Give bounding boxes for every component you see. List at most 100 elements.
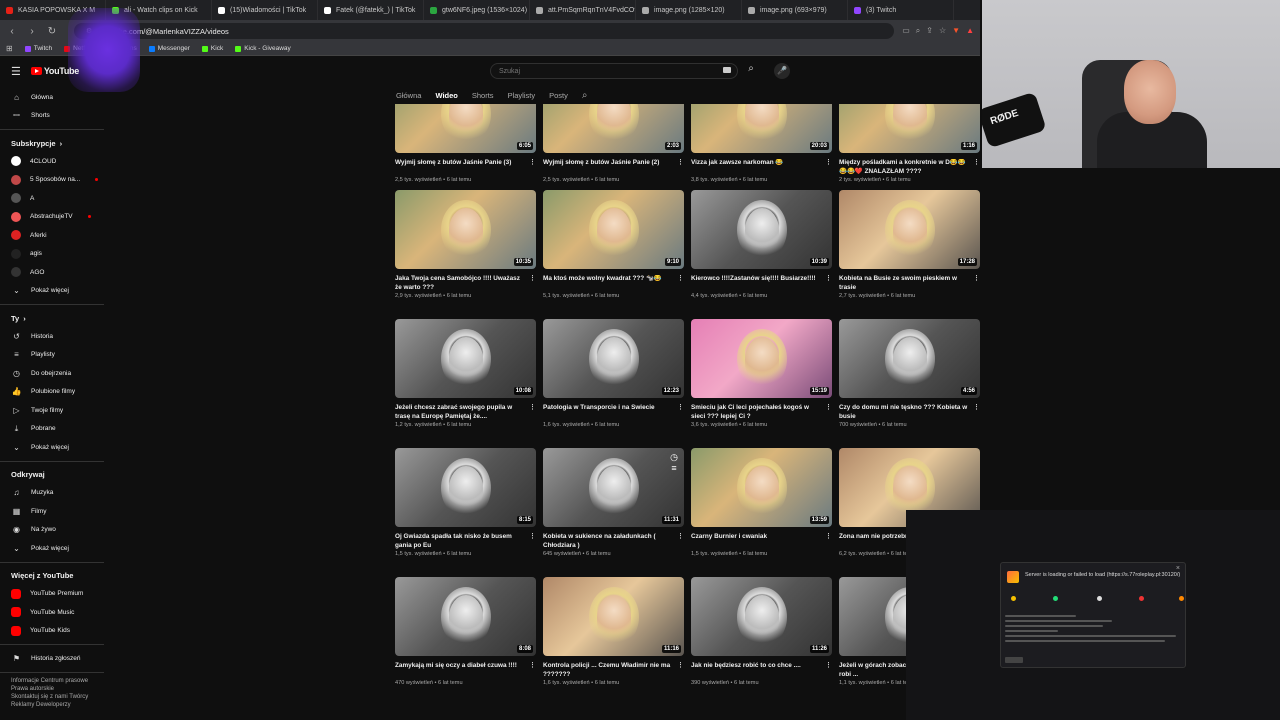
back-icon[interactable]: ‹ bbox=[6, 26, 18, 37]
video-thumbnail[interactable]: 10:08 bbox=[395, 319, 536, 398]
dialog-button[interactable] bbox=[1005, 657, 1023, 663]
star-icon[interactable]: ☆ bbox=[939, 26, 946, 36]
sidebar-item[interactable]: ↺ Historia bbox=[0, 327, 108, 346]
video-card[interactable]: 9:10 Ma ktoś może wolny kwadrat ??? 🐄😂 ⋮ 5,… bbox=[543, 190, 684, 299]
video-card[interactable]: 15:19 Śmieciu jak Ci leci pojechałeś kogo… bbox=[691, 319, 832, 428]
close-icon[interactable]: × bbox=[1176, 565, 1180, 572]
video-thumbnail[interactable]: 9:10 bbox=[543, 190, 684, 269]
sidebar-item-subscription[interactable]: 5 Sposobów na... bbox=[0, 171, 108, 190]
sidebar-item[interactable]: ⌂ Główna bbox=[0, 88, 108, 107]
footer-links[interactable]: Informacje Centrum prasowe bbox=[0, 677, 108, 685]
bookmark-item[interactable]: Messenger bbox=[148, 45, 190, 52]
video-thumbnail[interactable]: 8:15 bbox=[395, 448, 536, 527]
video-title[interactable]: Między pośladkami a konkretnie w D😂😂 😂😂❤… bbox=[839, 159, 980, 176]
video-thumbnail[interactable]: 13:59 bbox=[691, 448, 832, 527]
video-title[interactable]: Oj Gwiazda spadła tak nisko że busem gan… bbox=[395, 533, 536, 550]
brave-shield-icon[interactable]: ▼ bbox=[952, 26, 960, 36]
browser-tab[interactable]: Fatek (@fatekk_) | TikTok bbox=[318, 0, 424, 20]
more-options-icon[interactable]: ⋮ bbox=[529, 275, 536, 284]
forward-icon[interactable]: › bbox=[26, 26, 38, 37]
subscriptions-header[interactable]: Subskrypcje › bbox=[0, 134, 108, 152]
video-card[interactable]: 11:31 Kobieta w sukience na załadunkach (… bbox=[543, 448, 684, 557]
video-card[interactable]: 2:03 Wyjmij słomę z butów Jaśnie Panie (2… bbox=[543, 104, 684, 183]
sidebar-item[interactable]: YouTube Music bbox=[0, 603, 108, 622]
footer-links[interactable]: Skontaktuj się z nami Twórcy bbox=[0, 693, 108, 701]
video-thumbnail[interactable]: 20:03 bbox=[691, 104, 832, 153]
video-title[interactable]: Ma ktoś może wolny kwadrat ??? 🐄😂 ⋮ bbox=[543, 275, 684, 292]
video-title[interactable]: Kobieta w sukience na załadunkach ( Chło… bbox=[543, 533, 684, 550]
video-card[interactable]: 11:16 Kontrola policji ... Czemu Władimir… bbox=[543, 577, 684, 686]
sidebar-item-subscription[interactable]: agis bbox=[0, 245, 108, 264]
sidebar-item-subscription[interactable]: AbstrachujeTV bbox=[0, 208, 108, 227]
more-options-icon[interactable]: ⋮ bbox=[825, 275, 832, 284]
video-card[interactable]: 12:23 Patologia w Transporcie i na Świeci… bbox=[543, 319, 684, 428]
share-icon[interactable]: ⇪ bbox=[926, 26, 933, 36]
more-options-icon[interactable]: ⋮ bbox=[973, 275, 980, 284]
video-card[interactable]: 4:56 Czy do domu mi nie tęskno ??? Kobiet… bbox=[839, 319, 980, 428]
more-options-icon[interactable]: ⋮ bbox=[677, 533, 684, 542]
more-options-icon[interactable]: ⋮ bbox=[973, 404, 980, 413]
video-card[interactable]: 17:28 Kobieta na Busie ze swoim pieskiem … bbox=[839, 190, 980, 299]
video-thumbnail[interactable]: 10:39 bbox=[691, 190, 832, 269]
video-card[interactable]: 6:05 Wyjmij słomę z butów Jaśnie Panie (3… bbox=[395, 104, 536, 183]
video-title[interactable]: Śmieciu jak Ci leci pojechałeś kogoś w s… bbox=[691, 404, 832, 421]
sidebar-item[interactable]: YouTube Premium bbox=[0, 585, 108, 604]
sidebar-item[interactable]: ⤓ Pobrane bbox=[0, 420, 108, 439]
sidebar-item[interactable]: 👍 Polubione filmy bbox=[0, 383, 108, 402]
video-card[interactable]: 11:26 Jak nie będziesz robić to co chce .… bbox=[691, 577, 832, 686]
youtube-logo[interactable]: YouTube bbox=[30, 66, 79, 76]
zoom-icon[interactable]: ⌕ bbox=[916, 26, 920, 36]
more-options-icon[interactable]: ⋮ bbox=[825, 159, 832, 168]
tab-wideo[interactable]: Wideo bbox=[435, 91, 457, 100]
video-card[interactable]: 20:03 Vizza jak zawsze narkoman 😂 ⋮ 3,8 tys… bbox=[691, 104, 832, 183]
video-card[interactable]: 10:35 Jaka Twoja cena Samobójco !!!! Uważ… bbox=[395, 190, 536, 299]
video-card[interactable]: 10:08 Jeżeli chcesz zabrać swojego pupila… bbox=[395, 319, 536, 428]
show-more-subscriptions[interactable]: ⌄ Pokaż więcej bbox=[0, 282, 108, 301]
footer-links[interactable]: Prawa autorskie bbox=[0, 685, 108, 693]
video-title[interactable]: Wyjmij słomę z butów Jaśnie Panie (3) ⋮ bbox=[395, 159, 536, 176]
video-title[interactable]: Kobieta na Busie ze swoim pieskiem w tra… bbox=[839, 275, 980, 292]
more-options-icon[interactable]: ⋮ bbox=[529, 533, 536, 542]
video-card[interactable]: 8:15 Oj Gwiazda spadła tak nisko że busem… bbox=[395, 448, 536, 557]
video-title[interactable]: Kontrola policji ... Czemu Władimir nie … bbox=[543, 662, 684, 679]
sidebar-item[interactable]: ▦ Filmy bbox=[0, 502, 108, 521]
sidebar-item[interactable]: ◉ Na żywo bbox=[0, 521, 108, 540]
tab-posty[interactable]: Posty bbox=[549, 91, 568, 100]
video-title[interactable]: Jaka Twoja cena Samobójco !!!! Uważasz ż… bbox=[395, 275, 536, 292]
browser-tab[interactable]: gtw6NF6.jpeg (1536×1024) bbox=[424, 0, 530, 20]
sidebar-item[interactable]: ≡ Playlisty bbox=[0, 346, 108, 365]
tab-playlisty[interactable]: Playlisty bbox=[508, 91, 536, 100]
search-icon[interactable]: ⌕ bbox=[742, 63, 760, 79]
more-options-icon[interactable]: ⋮ bbox=[529, 159, 536, 168]
more-options-icon[interactable]: ⋮ bbox=[677, 275, 684, 284]
video-title[interactable]: Wyjmij słomę z butów Jaśnie Panie (2) ⋮ bbox=[543, 159, 684, 176]
sidebar-item-subscription[interactable]: 4CLOUD bbox=[0, 152, 108, 171]
browser-tab[interactable]: att.PmSqmRqnTnV4FvdCO9l bbox=[530, 0, 636, 20]
video-thumbnail[interactable]: 6:05 bbox=[395, 104, 536, 153]
video-thumbnail[interactable]: 1:16 bbox=[839, 104, 980, 153]
video-card[interactable]: 13:59 Czarny Burnier i cwaniak ⋮ 1,5 tys. w… bbox=[691, 448, 832, 557]
sidebar-item-subscription[interactable]: Aferki bbox=[0, 226, 108, 245]
sidebar-item[interactable]: ▷ Twoje filmy bbox=[0, 401, 108, 420]
sidebar-item[interactable]: ꟷ Shorts bbox=[0, 107, 108, 126]
video-thumbnail[interactable]: 2:03 bbox=[543, 104, 684, 153]
more-options-icon[interactable]: ⋮ bbox=[825, 662, 832, 671]
video-title[interactable]: Czy do domu mi nie tęskno ??? Kobieta w … bbox=[839, 404, 980, 421]
video-thumbnail[interactable]: 11:26 bbox=[691, 577, 832, 656]
bookmark-item[interactable]: Twitch bbox=[24, 45, 52, 52]
video-title[interactable]: Patologia w Transporcie i na Świecie ⋮ bbox=[543, 404, 684, 421]
footer-links[interactable]: Reklamy Deweloperzy bbox=[0, 701, 108, 709]
tab-shorts[interactable]: Shorts bbox=[472, 91, 494, 100]
more-options-icon[interactable]: ⋮ bbox=[677, 662, 684, 671]
video-thumbnail[interactable]: 15:19 bbox=[691, 319, 832, 398]
video-thumbnail[interactable]: 8:08 bbox=[395, 577, 536, 656]
sidebar-item[interactable]: ⌄ Pokaż więcej bbox=[0, 539, 108, 558]
more-options-icon[interactable]: ⋮ bbox=[825, 533, 832, 542]
sidebar-item[interactable]: ◷ Do obejrzenia bbox=[0, 364, 108, 383]
mic-icon[interactable]: 🎤 bbox=[774, 63, 790, 79]
browser-tab[interactable]: (15)Wiadomości | TikTok bbox=[212, 0, 318, 20]
reload-icon[interactable]: ↻ bbox=[46, 26, 58, 37]
video-title[interactable]: Jak nie będziesz robić to co chce .... ⋮ bbox=[691, 662, 832, 679]
video-title[interactable]: Vizza jak zawsze narkoman 😂 ⋮ bbox=[691, 159, 832, 176]
video-card[interactable]: 8:08 Zamykają mi się oczy a diabeł czuwa … bbox=[395, 577, 536, 686]
